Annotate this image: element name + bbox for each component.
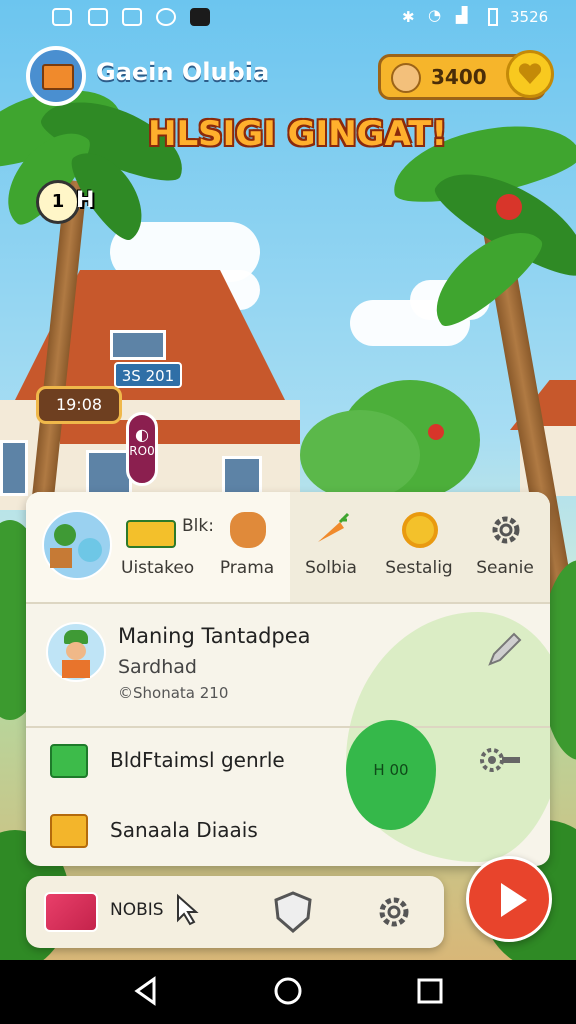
profile-name: Maning Tantadpea (118, 624, 311, 648)
tab-label: Seanie (476, 558, 534, 578)
list-item[interactable]: BldFtaimsl genrle (26, 728, 550, 794)
status-bar: ✱ ◔ ▟ 3526 (0, 0, 576, 36)
apple-icon[interactable] (496, 194, 522, 220)
tab-prama[interactable]: Prama (204, 492, 290, 602)
back-icon[interactable] (132, 976, 160, 1006)
game-logo-button[interactable] (26, 46, 86, 106)
pin-icon: ◐ (135, 425, 149, 444)
house-sign[interactable]: 3S 201 (114, 362, 182, 388)
app-icon (190, 8, 210, 26)
shield-icon[interactable] (272, 890, 314, 934)
map-pin-tag[interactable]: ◐ RO0 (126, 412, 158, 486)
bottom-dock: NOBIS (26, 876, 444, 948)
sun-icon (402, 512, 438, 548)
profile-row[interactable]: Maning Tantadpea Sardhad ©Shonata 210 (26, 604, 550, 728)
treasure-box-icon (42, 64, 74, 90)
image-icon (122, 8, 142, 26)
card-icon[interactable] (126, 520, 176, 548)
tab-solbia[interactable]: Solbia (288, 492, 374, 602)
character-group-icon[interactable] (42, 510, 112, 580)
speech-bubble[interactable]: 1 H (36, 180, 112, 224)
status-time: 3526 (510, 8, 549, 26)
tab-label: Prama (219, 558, 275, 578)
tab-label: Solbia (305, 558, 357, 578)
tab-uistakeo[interactable]: Uistakeo (121, 558, 194, 578)
recents-icon[interactable] (416, 977, 444, 1005)
profile-copyright: ©Shonata 210 (118, 684, 229, 702)
play-button[interactable] (466, 856, 552, 942)
carrot-icon (318, 512, 350, 542)
list-item-label: BldFtaimsl genrle (110, 748, 285, 772)
battery-icon (488, 8, 498, 26)
home-icon[interactable] (272, 975, 304, 1007)
coin-value: 3400 (431, 65, 487, 89)
settings-gear-icon[interactable] (374, 892, 414, 932)
avatar (46, 622, 106, 682)
coin-face-icon (391, 63, 421, 93)
profile-subtitle: Sardhad (118, 656, 197, 678)
tab-label: Sestalig (385, 558, 453, 578)
dock-label: NOBIS (110, 900, 164, 920)
play-icon (501, 883, 527, 917)
bluetooth-icon: ✱ (402, 8, 415, 26)
notification-icon (52, 8, 72, 26)
orange-box-icon (50, 814, 88, 848)
list-item[interactable]: Sanaala Diaais (26, 798, 550, 864)
bear-icon (230, 512, 266, 548)
heart-icon (518, 63, 542, 84)
green-box-icon (50, 744, 88, 778)
bubble-circle: 1 (36, 180, 80, 224)
banner-title: HLSIGI GINGAT! (148, 114, 447, 154)
main-panel: Blk: Uistakeo Prama Solbia Sestalig Sean… (26, 492, 550, 866)
timer-tag[interactable]: 19:08 (36, 386, 122, 424)
wifi-icon: ◔ (428, 6, 442, 24)
profile-card-thumbnail[interactable] (44, 892, 98, 932)
list-item-label: Sanaala Diaais (110, 818, 258, 842)
clock-icon (156, 8, 176, 26)
signal-icon: ▟ (456, 6, 468, 24)
add-coins-button[interactable] (506, 50, 554, 98)
pencil-icon[interactable] (482, 626, 528, 672)
bubble-text: H (76, 188, 95, 213)
pin-text: RO0 (129, 444, 155, 458)
gear-key-icon[interactable] (476, 742, 524, 778)
system-nav-bar (0, 960, 576, 1024)
cursor-icon[interactable] (172, 892, 200, 928)
tab-bar: Blk: Uistakeo Prama Solbia Sestalig Sean… (26, 492, 550, 604)
mail-icon (88, 8, 108, 26)
gear-icon (492, 516, 520, 544)
game-title: Gaein Olubia (96, 58, 270, 86)
tab-seanie[interactable]: Seanie (462, 492, 548, 602)
tab-sestalig[interactable]: Sestalig (376, 492, 462, 602)
